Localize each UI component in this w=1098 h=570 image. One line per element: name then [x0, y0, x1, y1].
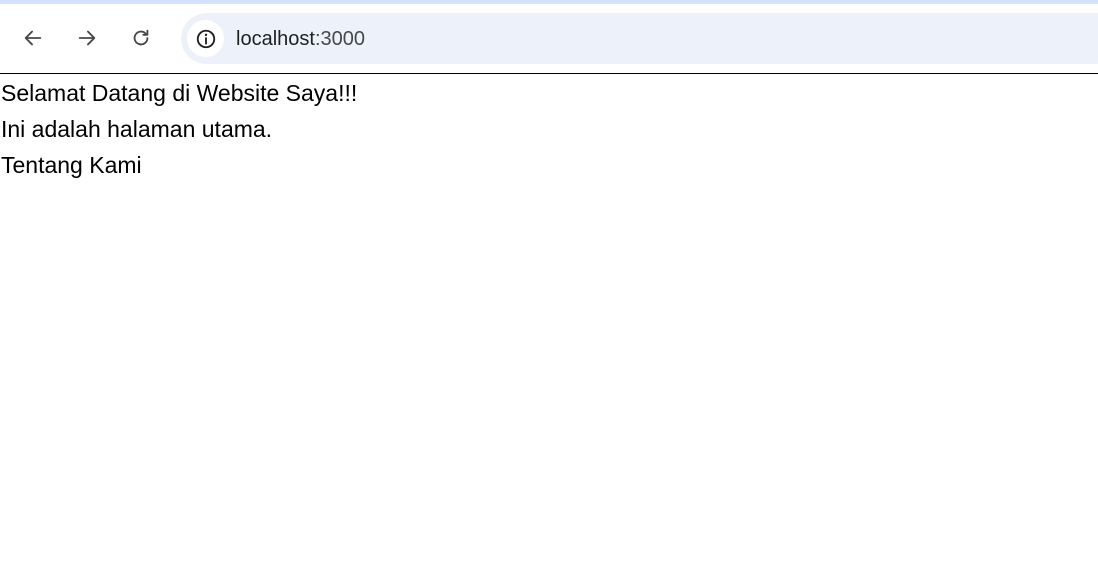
info-icon: [196, 29, 215, 48]
site-info-button[interactable]: [187, 20, 224, 57]
url-port: :3000: [314, 28, 365, 50]
url-text[interactable]: localhost:3000: [236, 27, 365, 51]
reload-button[interactable]: [125, 22, 157, 54]
browser-toolbar: localhost:3000: [0, 4, 1098, 74]
page-heading: Selamat Datang di Website Saya!!!: [1, 80, 358, 106]
arrow-left-icon: [24, 30, 42, 46]
forward-button[interactable]: [71, 22, 103, 54]
page-paragraph: Ini adalah halaman utama.: [1, 116, 273, 142]
url-host: localhost: [236, 28, 315, 50]
address-bar[interactable]: localhost:3000: [181, 13, 1098, 64]
about-link[interactable]: Tentang Kami: [1, 152, 142, 178]
arrow-right-icon: [78, 30, 96, 46]
page-content: Selamat Datang di Website Saya!!! Ini ad…: [0, 75, 1098, 183]
about-link-container: Tentang Kami: [0, 147, 1098, 183]
back-button[interactable]: [17, 22, 49, 54]
reload-icon: [133, 29, 149, 46]
